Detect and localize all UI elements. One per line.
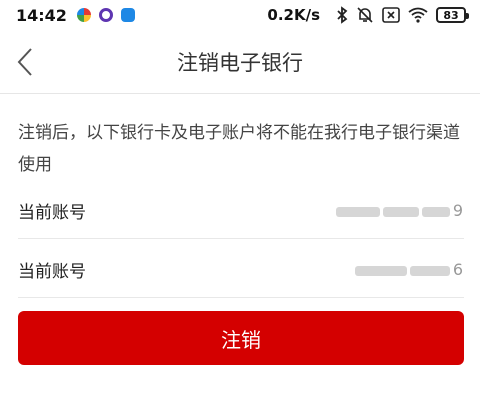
- mask-block: [409, 265, 450, 276]
- status-time: 14:42: [16, 5, 67, 25]
- account-row: 当前账号 9: [18, 183, 464, 239]
- mask-block: [382, 206, 419, 217]
- account-suffix: 6: [452, 260, 464, 279]
- account-suffix: 9: [452, 201, 464, 220]
- network-speed: 0.2K/s: [267, 6, 320, 24]
- account-row: 当前账号 6: [18, 242, 464, 298]
- battery-icon: 83: [436, 7, 469, 23]
- masked-account-number: 6: [354, 260, 464, 279]
- mask-block: [421, 206, 450, 217]
- masked-account-number: 9: [335, 201, 464, 220]
- notice-text: 注销后，以下银行卡及电子账户将不能在我行电子银行渠道使用: [18, 123, 460, 175]
- bluetooth-icon: [336, 6, 348, 24]
- mask-block: [354, 265, 407, 276]
- cloud-notification-icon: [120, 8, 135, 22]
- mask-block: [335, 206, 380, 217]
- circle-notification-icon: [98, 8, 113, 22]
- status-right: 0.2K/s 83: [267, 6, 469, 24]
- account-label: 当前账号: [18, 262, 86, 282]
- app-notification-icon: [76, 8, 91, 22]
- mute-bell-icon: [356, 6, 374, 24]
- cancel-ebanking-button[interactable]: 注销: [18, 311, 464, 365]
- nav-bar: 注销电子银行: [0, 30, 480, 94]
- status-left: 14:42: [16, 6, 143, 25]
- status-bar: 14:42 0.2K/s 83: [0, 0, 480, 30]
- account-label: 当前账号: [18, 203, 86, 223]
- no-sim-icon: [382, 7, 400, 23]
- wifi-icon: [408, 7, 428, 23]
- page-title: 注销电子银行: [177, 51, 303, 75]
